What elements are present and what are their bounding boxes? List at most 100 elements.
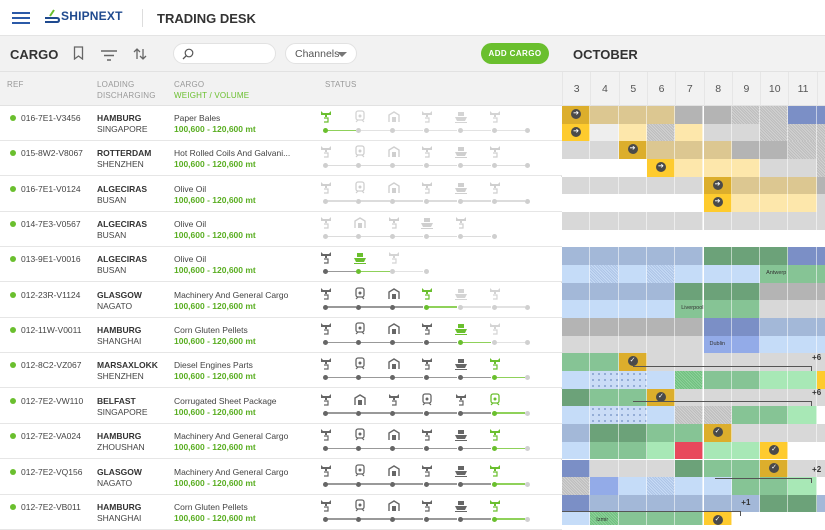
calendar-cell[interactable]: ✓ <box>618 353 647 372</box>
calendar-cell[interactable] <box>618 176 647 195</box>
cargo-ref[interactable]: 012-11W-V0011 <box>21 325 81 335</box>
calendar-cell[interactable] <box>731 353 761 372</box>
cargo-ref[interactable]: 012-8C2-VZ067 <box>21 360 81 370</box>
calendar-cell[interactable] <box>731 265 761 283</box>
calendar-cell[interactable] <box>590 353 619 372</box>
calendar-cell[interactable] <box>703 141 732 159</box>
check-icon[interactable]: ✓ <box>712 427 723 438</box>
col-weight[interactable]: WEIGHT / VOLUME <box>174 91 249 101</box>
brand-logo[interactable]: SHIPNEXT <box>44 9 123 23</box>
calendar-cell[interactable] <box>675 388 704 407</box>
calendar-cell[interactable] <box>731 424 761 442</box>
calendar-cell[interactable] <box>590 247 619 265</box>
arrow-right-icon[interactable]: ➔ <box>655 161 666 172</box>
calendar-cell[interactable] <box>646 318 676 336</box>
calendar-cell[interactable] <box>760 494 789 513</box>
cargo-ref[interactable]: 015-8W2-V8067 <box>21 148 83 158</box>
calendar-cell[interactable] <box>646 335 676 354</box>
calendar-cell[interactable] <box>760 282 789 301</box>
arrow-right-icon[interactable]: ➔ <box>571 109 581 119</box>
calendar-cell[interactable] <box>760 335 789 354</box>
arrow-right-icon[interactable]: ➔ <box>712 197 723 208</box>
calendar-cell[interactable]: ✓ <box>646 388 676 407</box>
calendar-cell[interactable] <box>675 371 704 389</box>
calendar-cell[interactable] <box>590 424 619 442</box>
col-cargo[interactable]: CARGO <box>174 80 204 90</box>
calendar-cell[interactable] <box>731 406 761 424</box>
calendar-cell[interactable] <box>760 212 789 230</box>
table-row[interactable]: 013-9E1-V0016 ALGECIRAS BUSAN Olive Oil … <box>0 247 562 283</box>
table-row[interactable]: 014-7E3-V0567 ALGECIRAS BUSAN Olive Oil … <box>0 212 562 248</box>
calendar-cell[interactable] <box>675 424 704 442</box>
day-8[interactable]: 8 <box>703 72 732 106</box>
calendar-cell[interactable] <box>760 371 789 389</box>
calendar-cell[interactable] <box>760 247 789 265</box>
cargo-ref[interactable]: 016-7E1-V3456 <box>21 113 81 123</box>
calendar-cell[interactable] <box>816 229 825 248</box>
table-row[interactable]: 012-23R-V1124 GLASGOW NAGATO Machinery A… <box>0 282 562 318</box>
calendar-cell[interactable] <box>816 494 825 513</box>
calendar-cell[interactable] <box>646 477 676 495</box>
calendar-cell[interactable] <box>646 229 676 248</box>
calendar-cell[interactable] <box>675 123 704 142</box>
calendar-cell[interactable] <box>590 371 619 389</box>
calendar-cell[interactable] <box>562 229 591 248</box>
calendar-cell[interactable] <box>816 282 825 301</box>
overflow-badge[interactable]: +1 <box>741 498 750 507</box>
check-icon[interactable]: ✓ <box>769 444 780 455</box>
calendar-cell[interactable] <box>562 353 591 372</box>
calendar-cell[interactable] <box>618 459 647 478</box>
calendar-cell[interactable] <box>760 300 789 318</box>
calendar-cell[interactable] <box>675 106 704 124</box>
calendar-cell[interactable] <box>646 123 676 142</box>
calendar-cell[interactable] <box>590 282 619 301</box>
calendar-cell[interactable] <box>675 318 704 336</box>
calendar-cell[interactable] <box>590 406 619 424</box>
calendar-cell[interactable] <box>788 300 817 318</box>
calendar-cell[interactable]: ➔ <box>618 141 647 159</box>
calendar-cell[interactable] <box>703 229 732 248</box>
calendar-cell[interactable] <box>760 424 789 442</box>
calendar-cell[interactable] <box>788 335 817 354</box>
table-row[interactable]: 012-7E2-VW110 BELFAST SINGAPORE Corrugat… <box>0 388 562 424</box>
day-9[interactable]: 9 <box>731 72 760 106</box>
calendar-cell[interactable] <box>590 194 619 212</box>
calendar-cell[interactable] <box>675 282 704 301</box>
calendar-cell[interactable] <box>590 229 619 248</box>
table-row[interactable]: 012-11W-V0011 HAMBURG SHANGHAI Corn Glut… <box>0 318 562 354</box>
calendar-cell[interactable] <box>703 247 732 265</box>
calendar-cell[interactable]: ➔ <box>703 194 732 212</box>
table-row[interactable]: 016-7E1-V3456 HAMBURG SINGAPORE Paper Ba… <box>0 106 562 141</box>
calendar-cell[interactable] <box>816 477 825 495</box>
calendar-cell[interactable] <box>788 123 817 142</box>
add-cargo-button[interactable]: ADD CARGO <box>481 43 549 64</box>
table-row[interactable]: 015-8W2-V8067 ROTTERDAM SHENZHEN Hot Rol… <box>0 141 562 177</box>
calendar-cell[interactable] <box>675 141 704 159</box>
calendar-cell[interactable] <box>618 441 647 460</box>
calendar-cell[interactable] <box>618 424 647 442</box>
day-10[interactable]: 10 <box>760 72 788 106</box>
check-icon[interactable]: ✓ <box>627 356 638 367</box>
calendar-cell[interactable] <box>731 388 761 407</box>
calendar-cell[interactable] <box>731 212 761 230</box>
calendar-cell[interactable]: ✓ <box>816 371 825 389</box>
calendar-cell[interactable] <box>760 141 789 159</box>
calendar-cell[interactable] <box>788 441 817 460</box>
calendar-cell[interactable] <box>760 477 789 495</box>
calendar-cell[interactable] <box>731 158 761 177</box>
calendar-cell[interactable] <box>703 441 732 460</box>
check-icon[interactable]: ✓ <box>769 462 780 473</box>
calendar-cell[interactable] <box>816 318 825 336</box>
day-6[interactable]: 6 <box>646 72 675 106</box>
calendar-cell[interactable] <box>731 459 761 478</box>
calendar-cell[interactable] <box>618 282 647 301</box>
calendar-cell[interactable] <box>590 318 619 336</box>
calendar-cell[interactable] <box>590 212 619 230</box>
calendar-cell[interactable] <box>788 424 817 442</box>
arrow-right-icon[interactable]: ➔ <box>571 126 581 137</box>
calendar-cell[interactable] <box>646 406 676 424</box>
calendar-cell[interactable] <box>816 141 825 159</box>
calendar-cell[interactable] <box>562 335 591 354</box>
check-icon[interactable]: ✓ <box>712 515 723 525</box>
calendar-cell[interactable] <box>816 123 825 142</box>
